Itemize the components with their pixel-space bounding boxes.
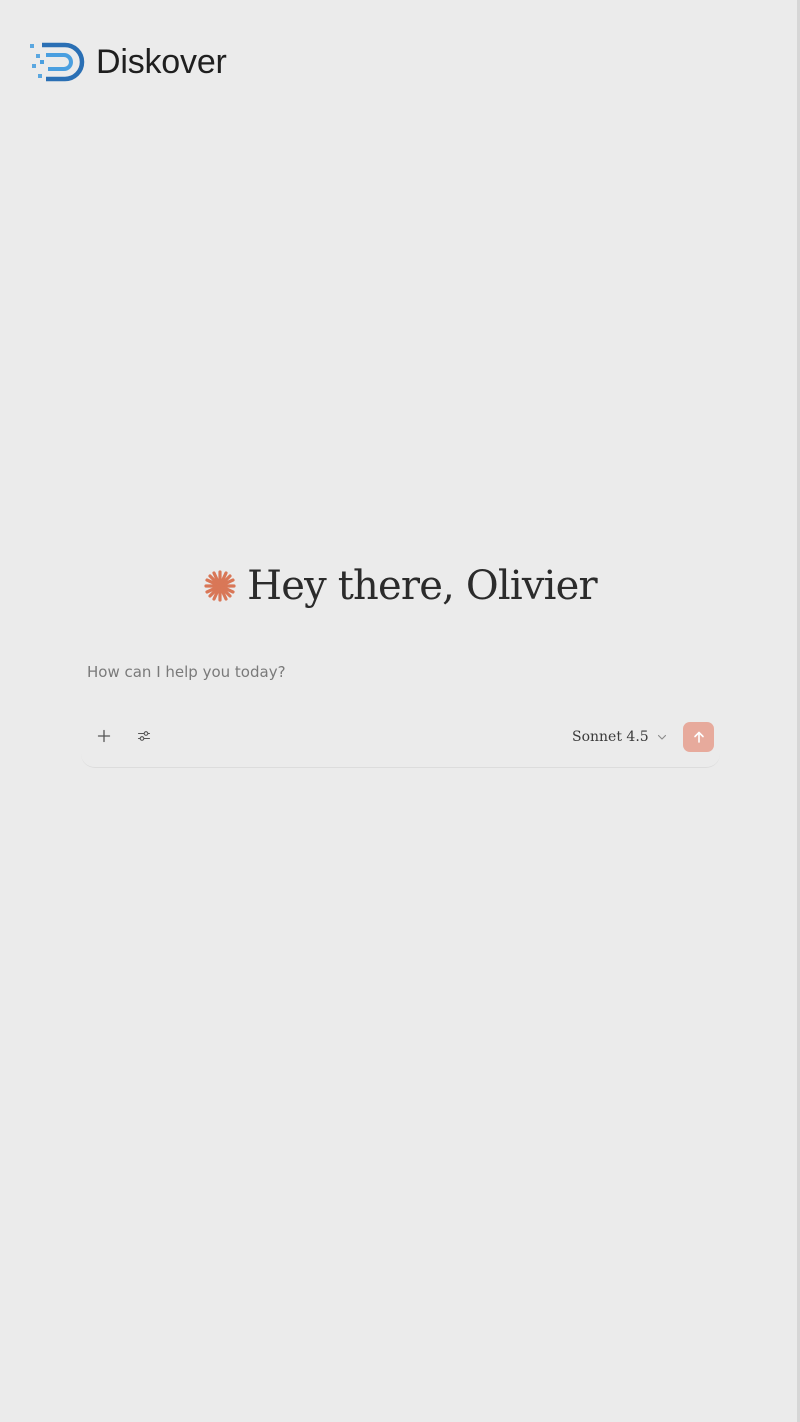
add-attachment-button[interactable] [91, 723, 117, 749]
model-selector[interactable]: Sonnet 4.5 [572, 724, 667, 750]
greeting: Hey there, Olivier [0, 560, 800, 612]
spark-icon [204, 570, 236, 602]
chevron-down-icon [657, 734, 666, 740]
brand-name: Diskover [96, 43, 227, 81]
arrow-up-icon [693, 731, 704, 743]
greeting-text: Hey there, Olivier [247, 563, 598, 609]
prompt-input[interactable] [87, 658, 687, 686]
tools-button[interactable] [131, 723, 157, 749]
model-name: Sonnet 4.5 [572, 729, 649, 745]
plus-icon [97, 729, 111, 743]
diskover-logo-icon [30, 42, 85, 82]
send-button[interactable] [683, 722, 714, 752]
brand-logo[interactable]: Diskover [28, 40, 227, 84]
message-composer: Sonnet 4.5 [81, 642, 720, 768]
sliders-icon [137, 731, 151, 741]
